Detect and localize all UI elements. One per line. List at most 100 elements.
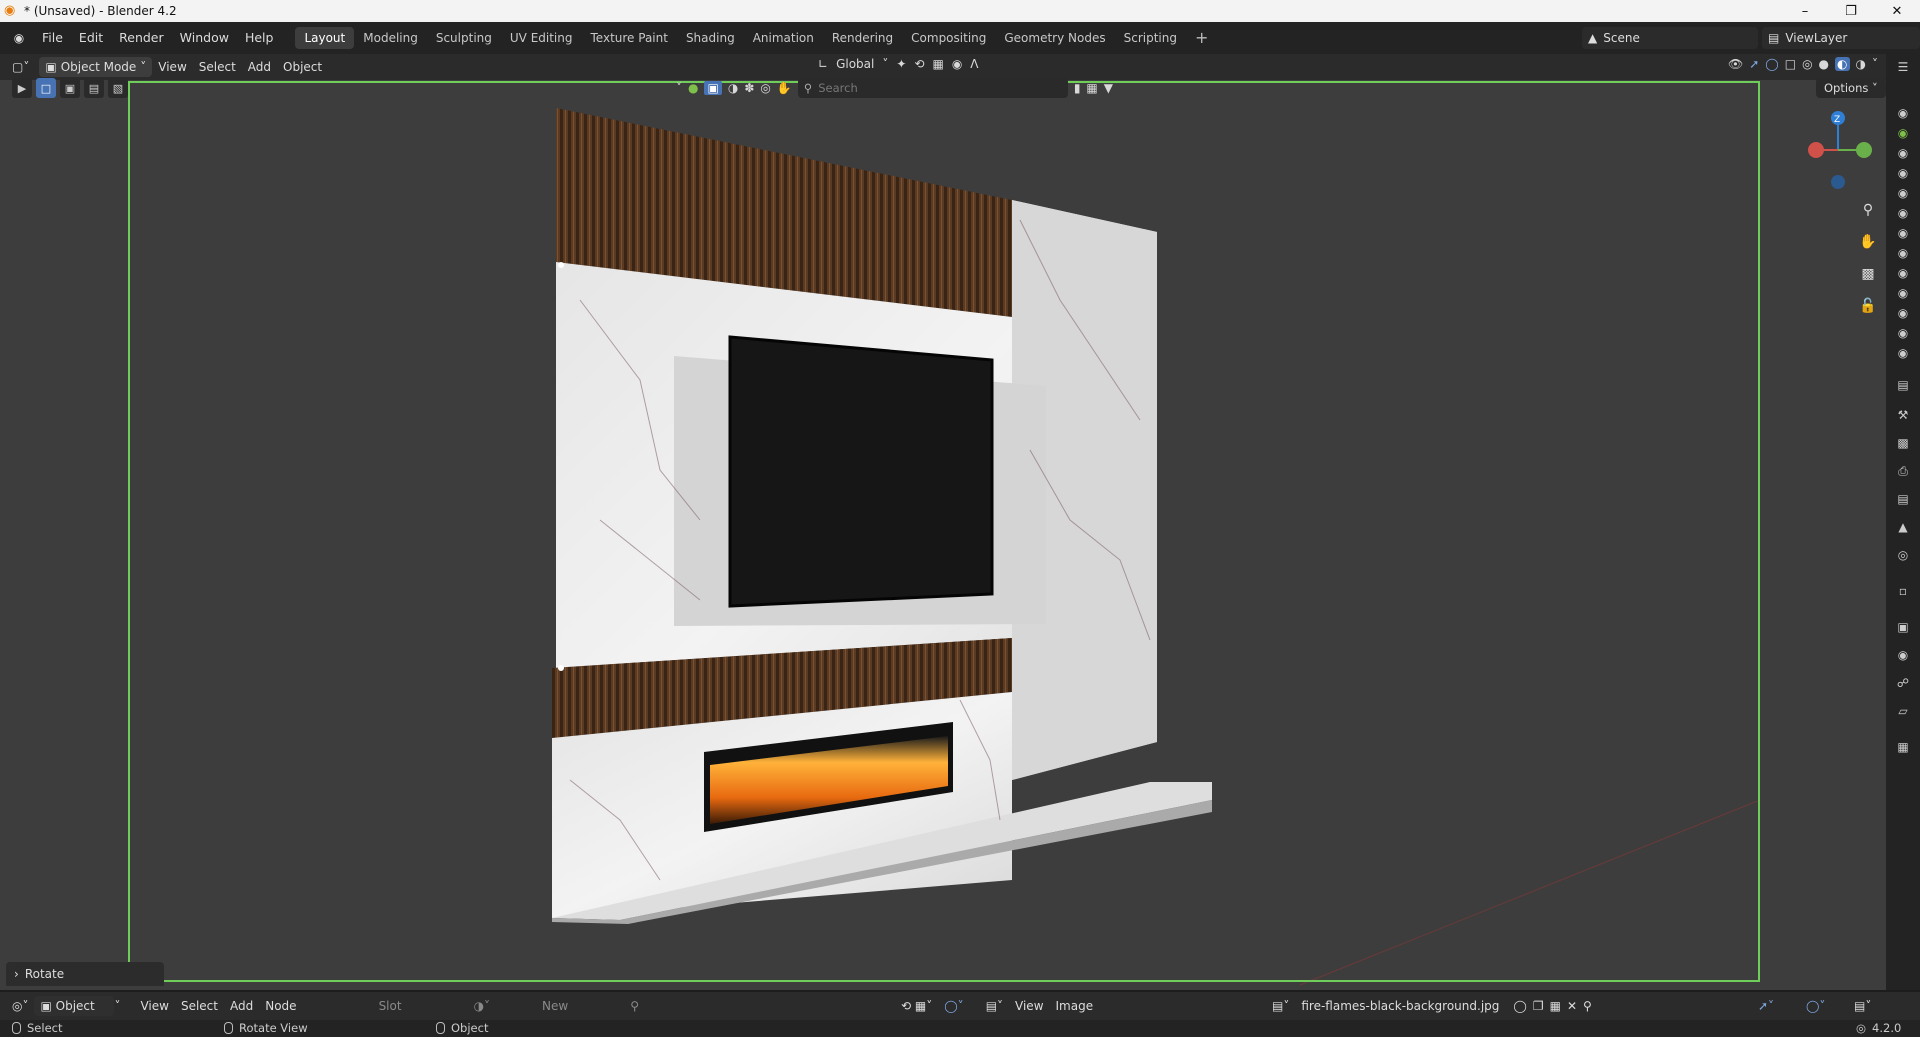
last-operator-panel[interactable]: › Rotate [6,962,164,986]
pivot-icon[interactable]: ✦ [896,57,906,71]
select-invert-icon[interactable]: ▧ [108,78,128,98]
camera-visibility-icon[interactable]: ◉ [1894,264,1912,282]
camera-visibility-icon[interactable]: ◉ [1894,244,1912,262]
scene-selector[interactable]: ▲ Scene [1582,27,1758,49]
restore-icon[interactable]: ❐ [1828,0,1874,22]
menu-select[interactable]: Select [193,57,242,77]
slot-dropdown[interactable]: Slot [373,996,408,1016]
new-material-button[interactable]: New [536,996,574,1016]
options-dropdown[interactable]: Options ˅ [1816,78,1886,98]
tab-scripting[interactable]: Scripting [1115,27,1186,49]
camera-visibility-icon[interactable]: ◉ [1894,144,1912,162]
physics-properties-icon[interactable]: ◉ [1894,646,1912,664]
object-properties-icon[interactable]: ▣ [1894,618,1912,636]
menu-edit[interactable]: Edit [71,27,111,49]
xray-icon[interactable]: □ [1785,57,1796,71]
camera-visibility-icon[interactable]: ◉ [1894,124,1912,142]
proportional-edit-icon[interactable]: ◉ [952,57,962,71]
output-properties-icon[interactable]: ⎙ [1894,462,1912,480]
view-layer-properties-icon[interactable]: ▤ [1894,490,1912,508]
pin-icon[interactable]: ⚲ [1583,999,1592,1013]
select-subtract-icon[interactable]: ▤ [84,78,104,98]
scene-properties-icon[interactable]: ▲ [1894,518,1912,536]
wireframe-shading-icon[interactable]: ◎ [1802,57,1812,71]
chevron-down-icon[interactable]: ˅ [676,81,682,95]
collection-properties-icon[interactable]: ▫ [1894,582,1912,600]
camera-visibility-icon[interactable]: ◉ [1894,104,1912,122]
camera-visibility-icon[interactable]: ◉ [1894,344,1912,362]
camera-visibility-icon[interactable]: ◉ [1894,164,1912,182]
world-filter-icon[interactable]: ◎ [760,81,770,95]
folder-icon[interactable]: ▦ [1550,999,1561,1013]
falloff-icon[interactable]: Λ [970,57,978,71]
material-filter-icon[interactable]: ● [688,81,698,95]
editor-type-icon[interactable]: ▢˅ [6,57,35,77]
tab-texture-paint[interactable]: Texture Paint [582,27,677,49]
overlay-icon[interactable]: ◯˅ [938,996,969,1016]
image-selector[interactable]: ▤˅ fire-flames-black-background.jpg ◯ ❐ … [1272,996,1592,1016]
chevron-down-icon[interactable]: ˅ [1872,57,1878,71]
material-browse-icon[interactable]: ◑˅ [468,996,496,1016]
pan-hand-icon[interactable]: ✋ [1856,230,1880,254]
snap-icon[interactable]: ⟲ [914,57,924,71]
editor-type-icon[interactable]: ◎˅ [6,996,34,1016]
menu-add[interactable]: Add [242,57,277,77]
tab-geometry-nodes[interactable]: Geometry Nodes [995,27,1114,49]
pin-icon[interactable]: ⚲ [624,996,645,1016]
camera-visibility-icon[interactable]: ◉ [1894,224,1912,242]
menu-view[interactable]: View [134,996,174,1016]
camera-visibility-icon[interactable]: ◉ [1894,304,1912,322]
unlink-icon[interactable]: ✕ [1567,999,1577,1013]
material-shading-icon[interactable]: ◐ [1835,57,1850,71]
solid-shading-icon[interactable]: ● [1819,57,1829,71]
display-channels-icon[interactable]: ▤˅ [1848,996,1877,1016]
fake-user-icon[interactable]: ◯ [1513,999,1526,1013]
menu-select[interactable]: Select [175,996,224,1016]
menu-help[interactable]: Help [237,27,282,49]
tab-animation[interactable]: Animation [744,27,823,49]
3d-viewport[interactable]: Z [0,80,1886,990]
close-icon[interactable]: ✕ [1874,0,1920,22]
menu-object[interactable]: Object [277,57,328,77]
world-properties-icon[interactable]: ◎ [1894,546,1912,564]
add-workspace-icon[interactable]: + [1186,27,1217,49]
tool-properties-icon[interactable]: ⚒ [1894,406,1912,424]
menu-view[interactable]: View [152,57,192,77]
object-mode-dropdown[interactable]: ▣ Object Mode ˅ [39,57,153,77]
tab-modeling[interactable]: Modeling [354,27,427,49]
visibility-icon[interactable]: 👁 [1728,57,1743,71]
properties-editor-icon[interactable]: ▤ [1894,376,1912,394]
menu-node[interactable]: Node [259,996,302,1016]
menu-render[interactable]: Render [111,27,172,49]
object-dropdown[interactable]: ▣ Object [34,996,115,1016]
zoom-icon[interactable]: ⚲ [1856,198,1880,222]
gizmo-icon[interactable]: ➚ [1749,57,1759,71]
menu-window[interactable]: Window [172,27,237,49]
particle-filter-icon[interactable]: ✽ [744,81,754,95]
orientation-dropdown[interactable]: Global [836,57,874,71]
image-menu-view[interactable]: View [1009,996,1049,1016]
overlay-icon[interactable]: ◯ [1765,57,1778,71]
lock-icon[interactable]: 🔓 [1856,294,1880,318]
outliner-icon[interactable]: ☰ [1894,58,1912,76]
camera-visibility-icon[interactable]: ◉ [1894,324,1912,342]
view-layer-selector[interactable]: ▤ ViewLayer [1762,27,1920,49]
gizmo-icon[interactable]: ➚˅ [1752,996,1780,1016]
image-menu-image[interactable]: Image [1050,996,1100,1016]
blender-menu-icon[interactable]: ◉ [8,27,30,49]
minimize-icon[interactable]: – [1782,0,1828,22]
hand-filter-icon[interactable]: ✋ [777,81,792,95]
bookmark-icon[interactable]: ▮ [1074,81,1081,95]
layout-icon[interactable]: ▦ [1086,81,1097,95]
mesh-filter-icon[interactable]: ◑ [728,81,738,95]
image-editor-type-icon[interactable]: ▤˅ [980,996,1009,1016]
camera-visibility-icon[interactable]: ◉ [1894,184,1912,202]
search-input[interactable]: ⚲ Search [797,78,1068,98]
select-box-icon[interactable]: □ [36,78,56,98]
rendered-shading-icon[interactable]: ◑ [1856,57,1866,71]
tab-layout[interactable]: Layout [295,27,355,49]
camera-visibility-icon[interactable]: ◉ [1894,204,1912,222]
overlay-icon[interactable]: ◯˅ [1800,996,1831,1016]
snap-target-icon[interactable]: ▦ [932,57,943,71]
tab-rendering[interactable]: Rendering [823,27,902,49]
